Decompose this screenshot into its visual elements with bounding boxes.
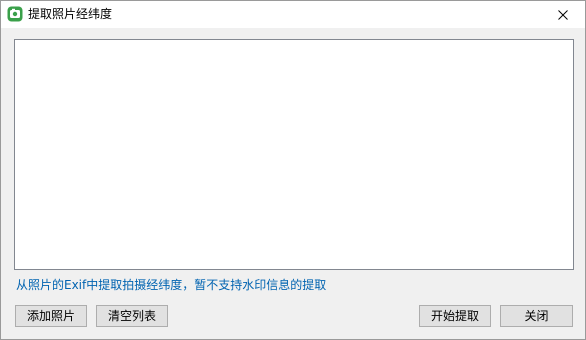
close-button[interactable]: 关闭 — [500, 305, 573, 327]
window-title: 提取照片经纬度 — [28, 7, 113, 21]
title-bar[interactable]: 提取照片经纬度 — [1, 1, 585, 28]
main-window: 提取照片经纬度 从照片的Exif中提取拍摄经纬度，暂不支持水印信息的提取 添加照… — [0, 0, 586, 340]
photo-list[interactable] — [14, 39, 574, 270]
start-extract-button[interactable]: 开始提取 — [419, 305, 491, 327]
add-photos-button[interactable]: 添加照片 — [15, 305, 87, 327]
app-photo-icon — [7, 6, 23, 22]
hint-text: 从照片的Exif中提取拍摄经纬度，暂不支持水印信息的提取 — [16, 278, 327, 292]
clear-list-button[interactable]: 清空列表 — [96, 305, 168, 327]
window-close-button[interactable] — [541, 1, 585, 28]
close-icon — [558, 9, 568, 20]
